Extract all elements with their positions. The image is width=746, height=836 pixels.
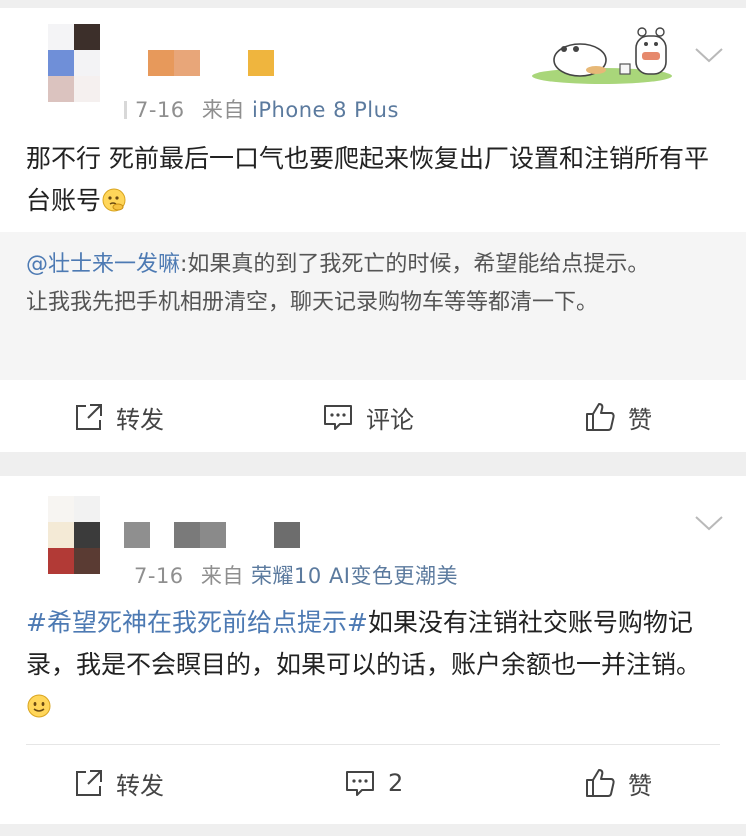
comment-label: 评论 [366, 405, 414, 434]
hashtag-link[interactable]: #希望死神在我死前给点提示# [26, 608, 368, 637]
source-prefix: 来自 [201, 98, 245, 122]
post-source[interactable]: 荣耀10 AI变色更潮美 [251, 564, 458, 588]
like-icon [586, 769, 615, 797]
cartoon-sticker [532, 27, 672, 84]
avatar[interactable] [48, 496, 100, 574]
username[interactable] [124, 522, 300, 548]
username[interactable] [148, 50, 274, 76]
comment-icon [346, 771, 374, 796]
post-text: 那不行 死前最后一口气也要爬起来恢复出厂设置和注销所有平台账号 [26, 144, 709, 215]
repost-button[interactable]: 转发 [74, 382, 164, 452]
comment-button[interactable]: 评论 [322, 382, 414, 452]
avatar[interactable] [48, 24, 100, 102]
source-prefix: 来自 [200, 564, 244, 588]
post-date: 7-16 [135, 98, 185, 122]
like-button[interactable]: 赞 [584, 748, 652, 818]
post-meta: 7-16 来自 iPhone 8 Plus [124, 94, 399, 124]
like-button[interactable]: 赞 [584, 382, 652, 452]
quoted-text: @壮士来一发嘛:如果真的到了我死亡的时候，希望能给点提示。 让我我先把手机相册清… [26, 246, 722, 322]
meta-tick [124, 101, 127, 119]
mention-link[interactable]: @壮士来一发嘛 [26, 252, 180, 277]
post-meta: 7-16 来自 荣耀10 AI变色更潮美 [134, 560, 458, 590]
repost-icon [76, 404, 102, 430]
post-content: 那不行 死前最后一口气也要爬起来恢复出厂设置和注销所有平台账号 [26, 138, 724, 222]
post-date: 7-16 [134, 564, 184, 588]
repost-icon [76, 770, 102, 796]
quoted-post[interactable]: @壮士来一发嘛:如果真的到了我死亡的时候，希望能给点提示。 让我我先把手机相册清… [0, 232, 746, 380]
like-label: 赞 [628, 405, 652, 434]
smile-emoji-icon [27, 694, 51, 718]
chevron-down-icon[interactable] [694, 514, 724, 532]
quoted-line1: :如果真的到了我死亡的时候，希望能给点提示。 [180, 252, 650, 277]
comment-count: 2 [388, 769, 404, 797]
action-bar: 转发 2 赞 [0, 748, 746, 818]
action-bar: 转发 评论 赞 [0, 382, 746, 452]
post-content: #希望死神在我死前给点提示#如果没有注销社交账号购物记录，我是不会瞑目的，如果可… [26, 602, 724, 728]
repost-label: 转发 [116, 771, 164, 800]
repost-label: 转发 [116, 405, 164, 434]
comment-button[interactable]: 2 [344, 748, 403, 818]
thinking-emoji-icon [102, 188, 126, 212]
post-card: 7-16 来自 荣耀10 AI变色更潮美 #希望死神在我死前给点提示#如果没有注… [0, 476, 746, 824]
divider [26, 744, 720, 745]
like-label: 赞 [628, 771, 652, 800]
comment-icon [324, 405, 352, 430]
repost-button[interactable]: 转发 [74, 748, 164, 818]
chevron-down-icon[interactable] [694, 46, 724, 64]
post-source[interactable]: iPhone 8 Plus [252, 98, 399, 122]
quoted-line2: 让我我先把手机相册清空，聊天记录购物车等等都清一下。 [26, 290, 599, 315]
like-icon [586, 403, 615, 431]
post-card: 7-16 来自 iPhone 8 Plus 那不行 死前最后一口气也要爬起来恢复… [0, 8, 746, 452]
